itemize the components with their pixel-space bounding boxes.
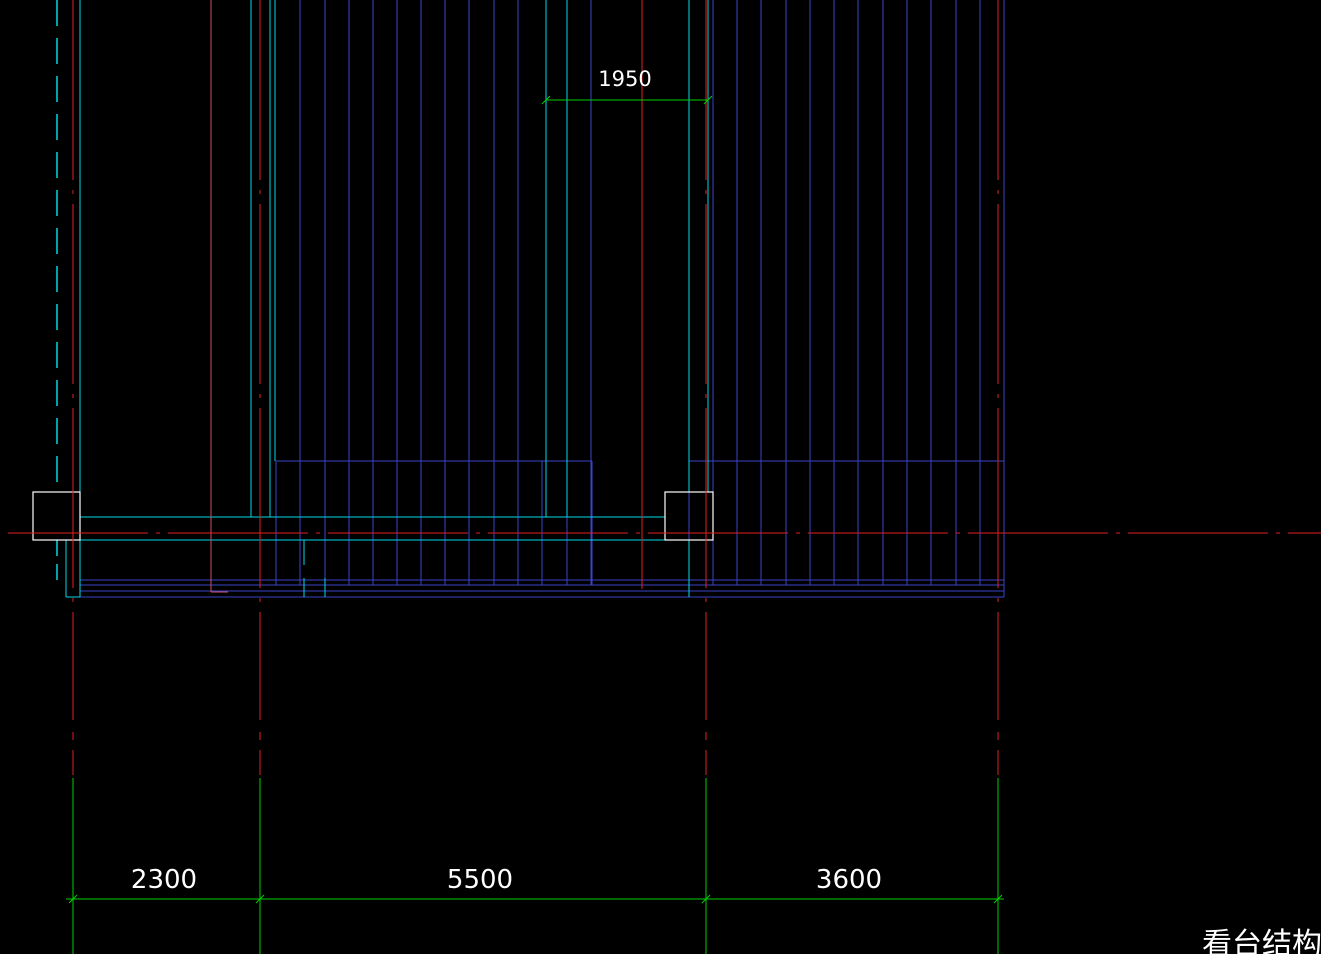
drawing-title: 看台结构平 [1202,927,1321,954]
top-dimension-label: 1950 [598,67,651,91]
dimension-label-2300: 2300 [131,865,197,895]
stair-lines-lower [275,461,690,585]
stair-lines-upper [299,0,1005,597]
dimension-label-5500: 5500 [447,865,513,895]
pink-lines [210,0,228,593]
cad-drawing-canvas[interactable]: 1950 2300 5500 3600 看台结构平 [0,0,1321,954]
axis-lines [8,0,1321,775]
dimension-label-3600: 3600 [816,865,882,895]
